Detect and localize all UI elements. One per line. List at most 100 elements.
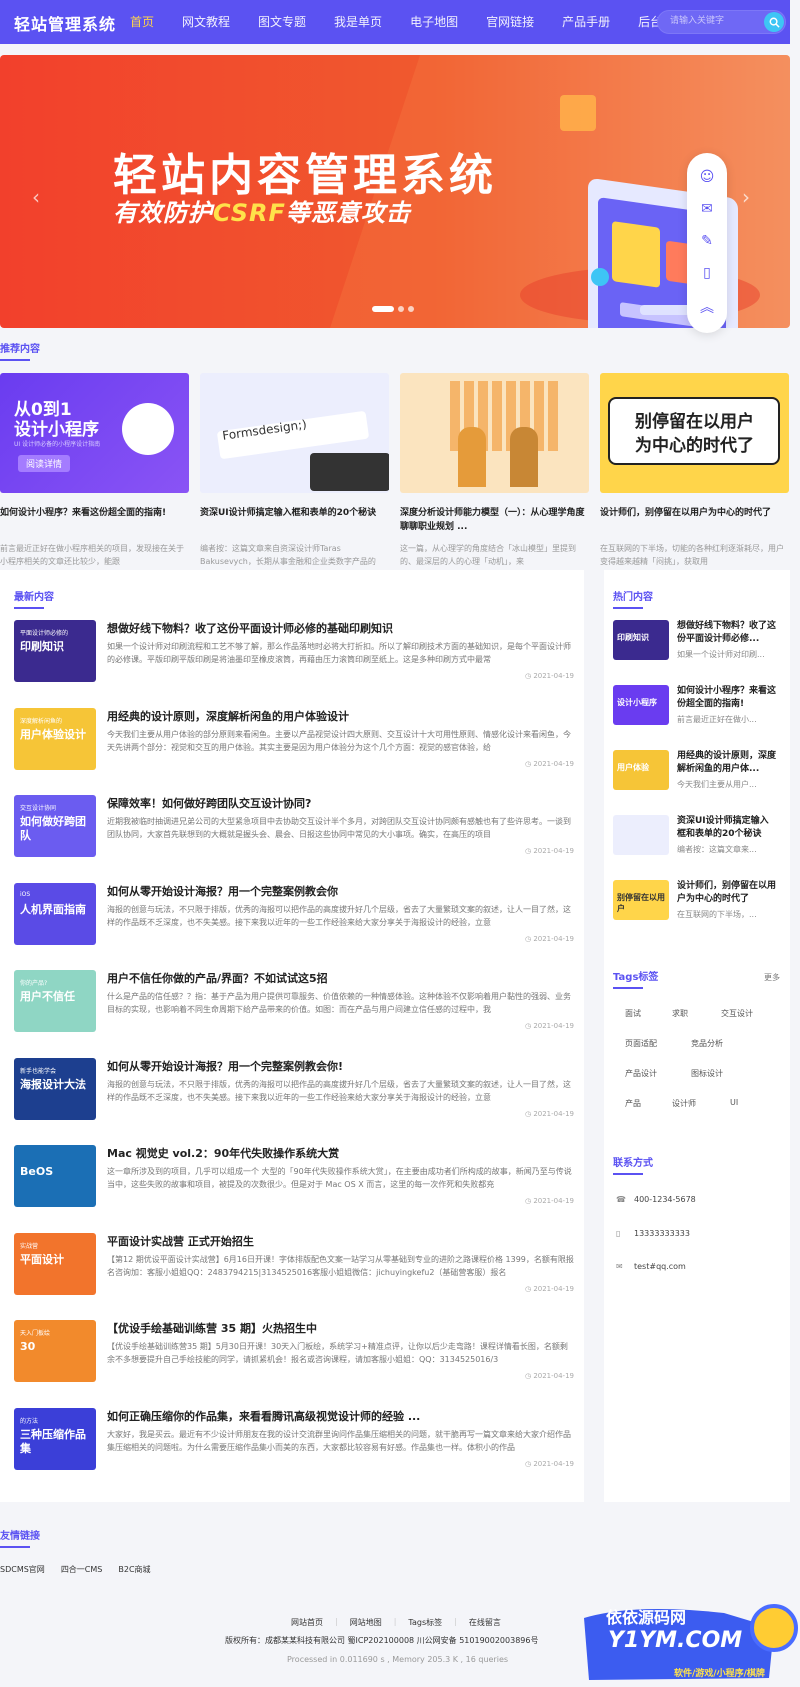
contact-mobile: ▯ 13333333333 [616,1229,690,1238]
tag-item[interactable]: 图标设计 [691,1068,723,1079]
article-item[interactable]: 实战营 平面设计 平面设计实战营 正式开始招生 【第12 期优设平面设计实战营】6月1… [14,1232,574,1297]
article-thumb[interactable]: BeOS [14,1145,96,1207]
footer-link-tags[interactable]: Tags标签 [408,1617,442,1628]
friend-link[interactable]: SDCMS官网 [0,1564,45,1575]
nav-official-link[interactable]: 官网链接 [486,0,534,44]
featured-card[interactable]: Formsdesign;) 资深UI设计师搞定输入框和表单的20个秘诀 编者按：… [200,373,389,568]
hot-thumb[interactable]: 设计小程序 [613,685,669,725]
hot-item[interactable]: 设计小程序 如何设计小程序？来看这份超全面的指南! 前言最近正好在做小... [613,685,783,741]
article-title[interactable]: 如何从零开始设计海报？用一个完整案例教会你 [107,883,338,899]
article-item[interactable]: 你的产品? 用户不信任 用户不信任你做的产品/界面？不如试试这5招 什么是产品的信任感… [14,970,574,1034]
article-item[interactable]: 深度解析闲鱼的 用户体验设计 用经典的设计原则，深度解析闲鱼的用户体验设计 今天我们主… [14,707,574,772]
article-date: ◷ 2021-04-19 [524,759,574,768]
edit-icon[interactable]: ✎ [701,233,713,249]
mail-icon: ✉ [616,1262,623,1271]
tag-item[interactable]: 求职 [672,1008,688,1019]
nav-map[interactable]: 电子地图 [410,0,458,44]
contact-title: 联系方式 [613,1154,653,1175]
phone-icon[interactable]: ▯ [703,265,711,281]
site-logo[interactable]: 轻站管理系统 [14,11,116,35]
tags-more-link[interactable]: 更多 [764,972,780,983]
article-title[interactable]: 【优设手绘基础训练营 35 期】火热招生中 [107,1320,317,1336]
featured-card[interactable]: 从0到1 设计小程序 UI 设计师必备的小程序设计指南 阅读详情 如何设计小程序… [0,373,189,568]
back-to-top-icon[interactable]: ︽ [700,297,714,317]
article-item[interactable]: 天入门板绘 30 【优设手绘基础训练营 35 期】火热招生中 【优设手绘基础训练营35… [14,1320,574,1384]
banner-dot-2[interactable] [398,306,404,312]
hot-thumb[interactable]: 印刷知识 [613,620,669,660]
article-item[interactable]: 交互设计协同 如何做好跨团队 保障效率！如何做好跨团队交互设计协同? 近期我被临时抽调… [14,795,574,859]
contact-phone: ☎ 400-1234-5678 [616,1195,696,1204]
featured-title[interactable]: 设计师们，别停留在以用户为中心的时代了 [600,506,789,536]
article-item[interactable]: BeOS Mac 视觉史 vol.2：90年代失败操作系统大赏 这一章所涉及到的项目… [14,1145,574,1209]
banner-dot-1[interactable] [372,306,394,312]
hot-title[interactable]: 用经典的设计原则，深度解析闲鱼的用户体... [677,750,777,776]
nav-manual[interactable]: 产品手册 [562,0,610,44]
hot-thumb[interactable]: 用户体验 [613,750,669,790]
footer-link-message[interactable]: 在线留言 [469,1617,501,1628]
friend-link[interactable]: 四合一CMS [61,1564,103,1575]
tag-item[interactable]: 面试 [625,1008,641,1019]
hot-thumb[interactable] [613,815,669,855]
hot-item[interactable]: 别停留在以用户 设计师们，别停留在以用户为中心的时代了 在互联网的下半场，... [613,880,783,936]
featured-desc: 在互联网的下半场，切能的各种红利逐渐耗尽，用户变得越来越精「闷挑」，获取用 [600,544,784,566]
main-nav: 首页 网文教程 图文专题 我是单页 电子地图 官网链接 产品手册 后台演示 [130,0,714,44]
nav-tutorials[interactable]: 网文教程 [182,0,230,44]
article-title[interactable]: 如何从零开始设计海报？用一个完整案例教会你! [107,1058,343,1074]
hot-item[interactable]: 印刷知识 想做好线下物料？收了这份平面设计师必修... 如果一个设计师对印刷... [613,620,783,676]
article-thumb[interactable]: iOS 人机界面指南 [14,882,96,945]
nav-single-page[interactable]: 我是单页 [334,0,382,44]
article-item[interactable]: iOS 人机界面指南 如何从零开始设计海报？用一个完整案例教会你 海报的创意与玩法，不… [14,882,574,947]
article-item[interactable]: 平面设计师必修的 印刷知识 想做好线下物料？收了这份平面设计师必修的基础印刷知识 如果… [14,620,574,684]
search-button[interactable] [764,12,784,32]
hero-banner[interactable]: 轻站内容管理系统 有效防护CSRF等恶意攻击 ‹ › [0,55,790,328]
article-thumb[interactable]: 你的产品? 用户不信任 [14,970,96,1032]
tag-item[interactable]: 交互设计 [721,1008,753,1019]
tag-item[interactable]: 产品 [625,1098,641,1109]
wechat-icon[interactable]: ✉ [701,201,713,217]
article-thumb[interactable]: 新手也能学会 海报设计大法 [14,1057,96,1120]
article-title[interactable]: Mac 视觉史 vol.2：90年代失败操作系统大赏 [107,1145,339,1161]
article-thumb[interactable]: 深度解析闲鱼的 用户体验设计 [14,707,96,770]
friend-link[interactable]: B2C商城 [118,1564,150,1575]
featured-title[interactable]: 资深UI设计师搞定输入框和表单的20个秘诀 [200,506,389,536]
footer-link-home[interactable]: 网站首页 [291,1617,323,1628]
featured-title[interactable]: 深度分析设计师能力模型（一）：从心理学角度聊聊职业规划 ... [400,506,589,536]
tag-item[interactable]: 设计师 [672,1098,696,1109]
tag-item[interactable]: UI [730,1098,738,1107]
article-title[interactable]: 用户不信任你做的产品/界面？不如试试这5招 [107,970,328,986]
article-title[interactable]: 如何正确压缩你的作品集，来看看腾讯高级视觉设计师的经验 ... [107,1408,420,1424]
hot-item[interactable]: 用户体验 用经典的设计原则，深度解析闲鱼的用户体... 今天我们主要从用户... [613,750,783,806]
article-title[interactable]: 想做好线下物料？收了这份平面设计师必修的基础印刷知识 [107,620,393,636]
banner-dot-3[interactable] [408,306,414,312]
article-title[interactable]: 用经典的设计原则，深度解析闲鱼的用户体验设计 [107,708,349,724]
hot-title[interactable]: 资深UI设计师搞定输入框和表单的20个秘诀 [677,815,777,841]
qq-icon[interactable]: ☺ [700,169,715,185]
featured-card[interactable]: 别停留在以用户 为中心的时代了 设计师们，别停留在以用户为中心的时代了 在互联网… [600,373,789,568]
article-thumb[interactable]: 的方法 三种压缩作品集 [14,1407,96,1470]
search-input[interactable] [670,15,755,25]
nav-home[interactable]: 首页 [130,0,154,44]
featured-desc: 编者按：这篇文章来自资深设计师Taras Bakusevych，长期从事金融和企… [200,544,376,566]
tag-item[interactable]: 竞品分析 [691,1038,723,1049]
featured-card[interactable]: 深度分析设计师能力模型（一）：从心理学角度聊聊职业规划 ... 这一篇，从心理学… [400,373,589,568]
article-item[interactable]: 的方法 三种压缩作品集 如何正确压缩你的作品集，来看看腾讯高级视觉设计师的经验 ..… [14,1407,574,1472]
tag-item[interactable]: 产品设计 [625,1068,657,1079]
hot-title[interactable]: 设计师们，别停留在以用户为中心的时代了 [677,880,777,906]
banner-next-arrow[interactable]: › [742,185,750,209]
nav-topics[interactable]: 图文专题 [258,0,306,44]
article-thumb[interactable]: 天入门板绘 30 [14,1320,96,1382]
article-thumb[interactable]: 实战营 平面设计 [14,1232,96,1295]
tag-item[interactable]: 页面适配 [625,1038,657,1049]
banner-prev-arrow[interactable]: ‹ [32,185,40,209]
hot-item[interactable]: 资深UI设计师搞定输入框和表单的20个秘诀 编者按：这篇文章来... [613,815,783,871]
article-item[interactable]: 新手也能学会 海报设计大法 如何从零开始设计海报？用一个完整案例教会你! 海报的创意与… [14,1057,574,1122]
article-title[interactable]: 保障效率！如何做好跨团队交互设计协同? [107,795,311,811]
hot-thumb[interactable]: 别停留在以用户 [613,880,669,920]
article-thumb[interactable]: 平面设计师必修的 印刷知识 [14,620,96,682]
featured-title[interactable]: 如何设计小程序？来看这份超全面的指南! [0,506,189,536]
footer-link-sitemap[interactable]: 网站地图 [350,1617,382,1628]
hot-title[interactable]: 想做好线下物料？收了这份平面设计师必修... [677,620,777,646]
hot-title[interactable]: 如何设计小程序？来看这份超全面的指南! [677,685,777,711]
article-thumb[interactable]: 交互设计协同 如何做好跨团队 [14,795,96,857]
article-title[interactable]: 平面设计实战营 正式开始招生 [107,1233,254,1249]
